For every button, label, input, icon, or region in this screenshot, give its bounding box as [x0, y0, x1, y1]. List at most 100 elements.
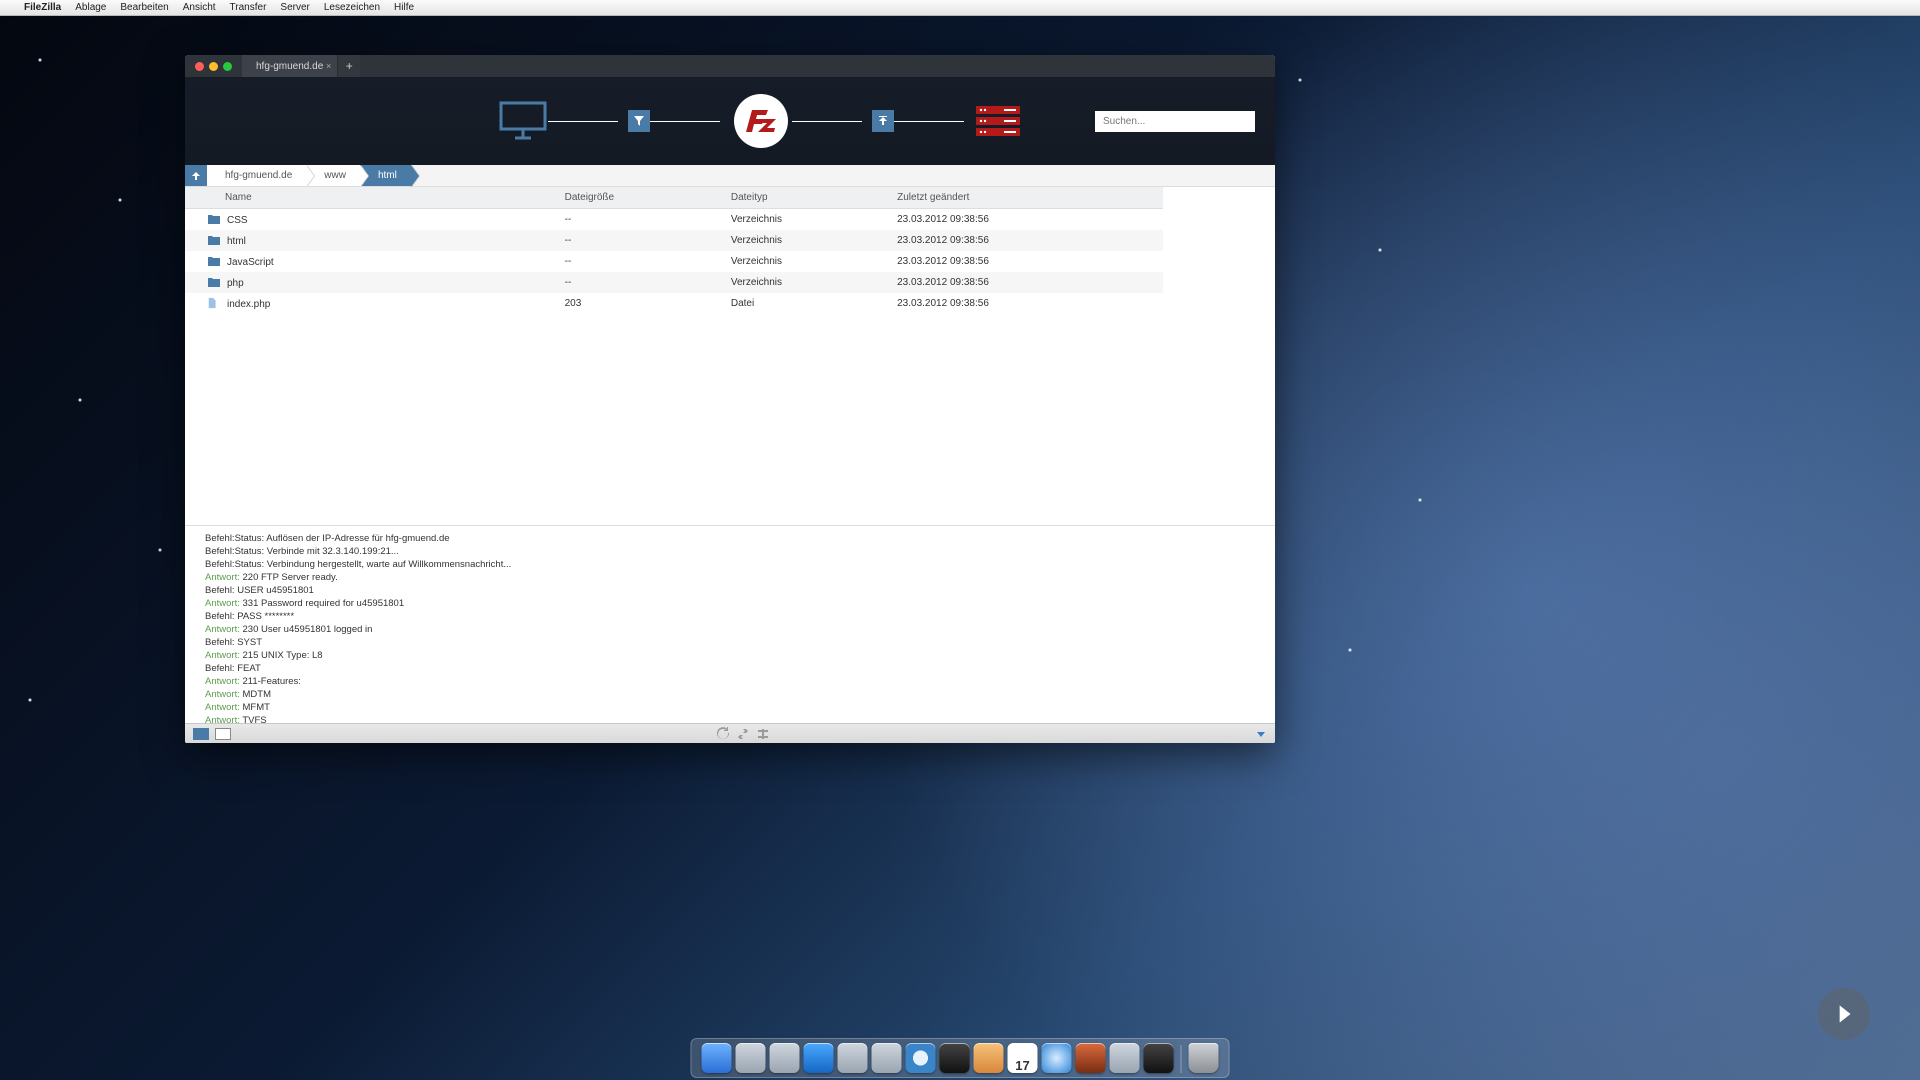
- menubar-item[interactable]: Ansicht: [183, 2, 216, 13]
- file-name: index.php: [227, 299, 270, 310]
- minimize-window-button[interactable]: [209, 62, 218, 71]
- table-row[interactable]: index.php 203Datei23.03.2012 09:38:56: [185, 293, 1163, 314]
- refresh-icon[interactable]: [716, 727, 730, 741]
- dock-addressbook-icon[interactable]: [974, 1043, 1004, 1073]
- col-name[interactable]: Name: [185, 187, 557, 209]
- log-line: Befehl:Status: Verbinde mit 32.3.140.199…: [205, 545, 1255, 558]
- dock-finder-icon[interactable]: [702, 1043, 732, 1073]
- menubar-app-name[interactable]: FileZilla: [24, 2, 61, 13]
- window-traffic-lights: [185, 55, 242, 77]
- connection-log[interactable]: Befehl:Status: Auflösen der IP-Adresse f…: [185, 525, 1275, 723]
- log-line: Befehl: FEAT: [205, 662, 1255, 675]
- folder-icon: [207, 255, 221, 267]
- folder-icon: [207, 234, 221, 246]
- search-box[interactable]: [1095, 111, 1255, 132]
- dock-separator: [1181, 1045, 1182, 1073]
- file-name: JavaScript: [227, 257, 274, 268]
- file-listing: Name Dateigröße Dateityp Zuletzt geänder…: [185, 187, 1275, 314]
- log-line: Befehl:Status: Verbindung hergestellt, w…: [205, 558, 1255, 571]
- remote-server-icon: [974, 104, 1022, 138]
- new-tab-button[interactable]: +: [338, 55, 360, 77]
- log-line: Antwort: 220 FTP Server ready.: [205, 571, 1255, 584]
- connection-visual: [425, 94, 1095, 148]
- folder-icon: [207, 276, 221, 288]
- filezilla-window: hfg-gmuend.de × +: [185, 55, 1275, 743]
- log-line: Befehl: USER u45951801: [205, 584, 1255, 597]
- col-size[interactable]: Dateigröße: [557, 187, 723, 209]
- file-size: --: [557, 230, 723, 251]
- dock-missioncontrol-icon[interactable]: [770, 1043, 800, 1073]
- file-type: Verzeichnis: [723, 230, 889, 251]
- menubar-item[interactable]: Lesezeichen: [324, 2, 380, 13]
- file-type: Datei: [723, 293, 889, 314]
- log-line: Antwort: MFMT: [205, 701, 1255, 714]
- log-line: Antwort: 215 UNIX Type: L8: [205, 649, 1255, 662]
- layout-dual-pane-icon[interactable]: [215, 728, 231, 740]
- col-modified[interactable]: Zuletzt geändert: [889, 187, 1163, 209]
- file-type: Verzeichnis: [723, 209, 889, 231]
- col-type[interactable]: Dateityp: [723, 187, 889, 209]
- dock-calendar-icon[interactable]: 17: [1008, 1043, 1038, 1073]
- window-tabbar: hfg-gmuend.de × +: [185, 55, 1275, 77]
- dock-launchpad-icon[interactable]: [838, 1043, 868, 1073]
- menubar-item[interactable]: Ablage: [75, 2, 106, 13]
- layout-single-pane-icon[interactable]: [193, 728, 209, 740]
- dock-dashboard-icon[interactable]: [736, 1043, 766, 1073]
- compare-icon[interactable]: [756, 727, 770, 741]
- macos-dock: 17: [691, 1038, 1230, 1078]
- file-modified: 23.03.2012 09:38:56: [889, 272, 1163, 293]
- sync-icon[interactable]: [736, 727, 750, 741]
- table-row[interactable]: php--Verzeichnis23.03.2012 09:38:56: [185, 272, 1163, 293]
- breadcrumb: hfg-gmuend.de www html: [185, 165, 1275, 187]
- log-line: Befehl: PASS ********: [205, 610, 1255, 623]
- close-tab-icon[interactable]: ×: [326, 61, 331, 71]
- file-modified: 23.03.2012 09:38:56: [889, 209, 1163, 231]
- file-size: --: [557, 209, 723, 231]
- dock-preview-icon[interactable]: [872, 1043, 902, 1073]
- log-line: Antwort: 230 User u45951801 logged in: [205, 623, 1255, 636]
- upload-icon[interactable]: [872, 110, 894, 132]
- dock-settings-icon[interactable]: [1110, 1043, 1140, 1073]
- menubar-item[interactable]: Hilfe: [394, 2, 414, 13]
- dock-safari-icon[interactable]: [906, 1043, 936, 1073]
- file-name: html: [227, 236, 246, 247]
- file-icon: [207, 297, 221, 309]
- dock-trash-icon[interactable]: [1189, 1043, 1219, 1073]
- filezilla-logo-icon: [734, 94, 788, 148]
- dock-filezilla-icon[interactable]: [1144, 1043, 1174, 1073]
- status-bar: [185, 723, 1275, 743]
- file-modified: 23.03.2012 09:38:56: [889, 251, 1163, 272]
- file-listing-empty-area[interactable]: [185, 314, 1275, 525]
- filter-icon[interactable]: [628, 110, 650, 132]
- connection-tab[interactable]: hfg-gmuend.de ×: [242, 55, 338, 77]
- table-row[interactable]: html --Verzeichnis23.03.2012 09:38:56: [185, 230, 1163, 251]
- file-name: php: [227, 278, 244, 289]
- log-line: Befehl:Status: Auflösen der IP-Adresse f…: [205, 532, 1255, 545]
- file-modified: 23.03.2012 09:38:56: [889, 230, 1163, 251]
- table-row[interactable]: CSS--Verzeichnis23.03.2012 09:38:56: [185, 209, 1163, 231]
- dock-photobooth-icon[interactable]: [940, 1043, 970, 1073]
- breadcrumb-up-button[interactable]: [185, 165, 207, 186]
- file-size: --: [557, 251, 723, 272]
- disclosure-icon[interactable]: [1255, 728, 1267, 740]
- log-line: Antwort: MDTM: [205, 688, 1255, 701]
- file-size: 203: [557, 293, 723, 314]
- search-input[interactable]: [1095, 111, 1255, 132]
- breadcrumb-item[interactable]: www: [306, 165, 360, 186]
- dock-imovie-icon[interactable]: [1076, 1043, 1106, 1073]
- next-slide-button[interactable]: [1818, 988, 1870, 1040]
- close-window-button[interactable]: [195, 62, 204, 71]
- file-modified: 23.03.2012 09:38:56: [889, 293, 1163, 314]
- menubar-item[interactable]: Transfer: [230, 2, 267, 13]
- dock-appstore-icon[interactable]: [804, 1043, 834, 1073]
- file-size: --: [557, 272, 723, 293]
- table-row[interactable]: JavaScript--Verzeichnis23.03.2012 09:38:…: [185, 251, 1163, 272]
- menubar-item[interactable]: Bearbeiten: [120, 2, 168, 13]
- table-header-row: Name Dateigröße Dateityp Zuletzt geänder…: [185, 187, 1163, 209]
- menubar-item[interactable]: Server: [280, 2, 309, 13]
- breadcrumb-item[interactable]: hfg-gmuend.de: [207, 165, 306, 186]
- tab-title: hfg-gmuend.de: [256, 61, 323, 72]
- zoom-window-button[interactable]: [223, 62, 232, 71]
- dock-itunes-icon[interactable]: [1042, 1043, 1072, 1073]
- macos-menubar: FileZilla Ablage Bearbeiten Ansicht Tran…: [0, 0, 1920, 16]
